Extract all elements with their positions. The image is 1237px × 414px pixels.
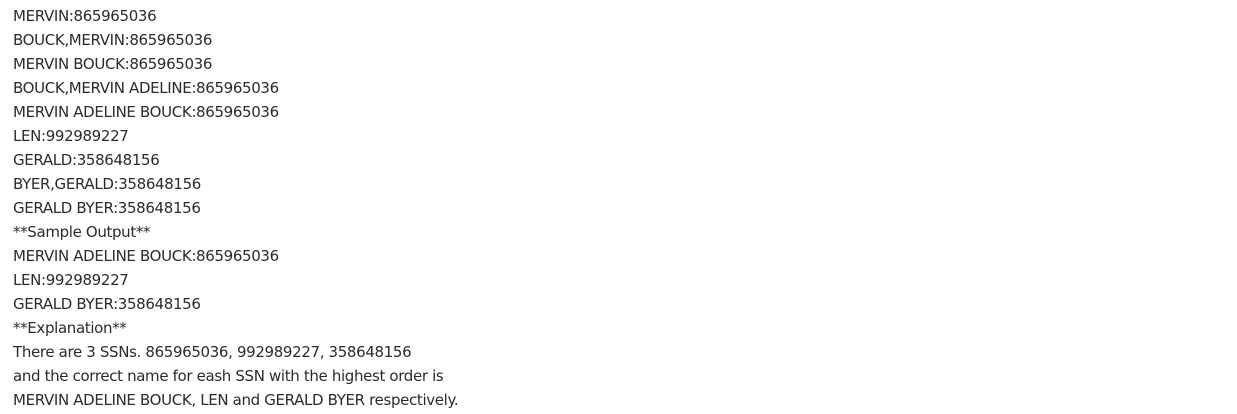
text-line: MERVIN ADELINE BOUCK:865965036: [13, 103, 279, 121]
text-line: BYER,GERALD:358648156: [13, 175, 201, 193]
text-line: MERVIN BOUCK:865965036: [13, 55, 213, 73]
explanation-text: MERVIN ADELINE BOUCK, LEN and GERALD BYE…: [13, 391, 459, 409]
sample-output-heading: **Sample Output**: [13, 223, 151, 241]
text-line: GERALD BYER:358648156: [13, 199, 201, 217]
text-line: BOUCK,MERVIN:865965036: [13, 31, 213, 49]
text-line: MERVIN:865965036: [13, 7, 157, 25]
text-line: MERVIN ADELINE BOUCK:865965036: [13, 247, 279, 265]
explanation-heading: **Explanation**: [13, 319, 127, 337]
text-line: GERALD:358648156: [13, 151, 160, 169]
text-line: LEN:992989227: [13, 127, 129, 145]
text-line: BOUCK,MERVIN ADELINE:865965036: [13, 79, 279, 97]
text-content-area: MERVIN:865965036 BOUCK,MERVIN:865965036 …: [0, 0, 1237, 414]
explanation-text: There are 3 SSNs. 865965036, 992989227, …: [13, 343, 412, 361]
text-line: LEN:992989227: [13, 271, 129, 289]
explanation-text: and the correct name for eash SSN with t…: [13, 367, 444, 385]
text-line: GERALD BYER:358648156: [13, 295, 201, 313]
